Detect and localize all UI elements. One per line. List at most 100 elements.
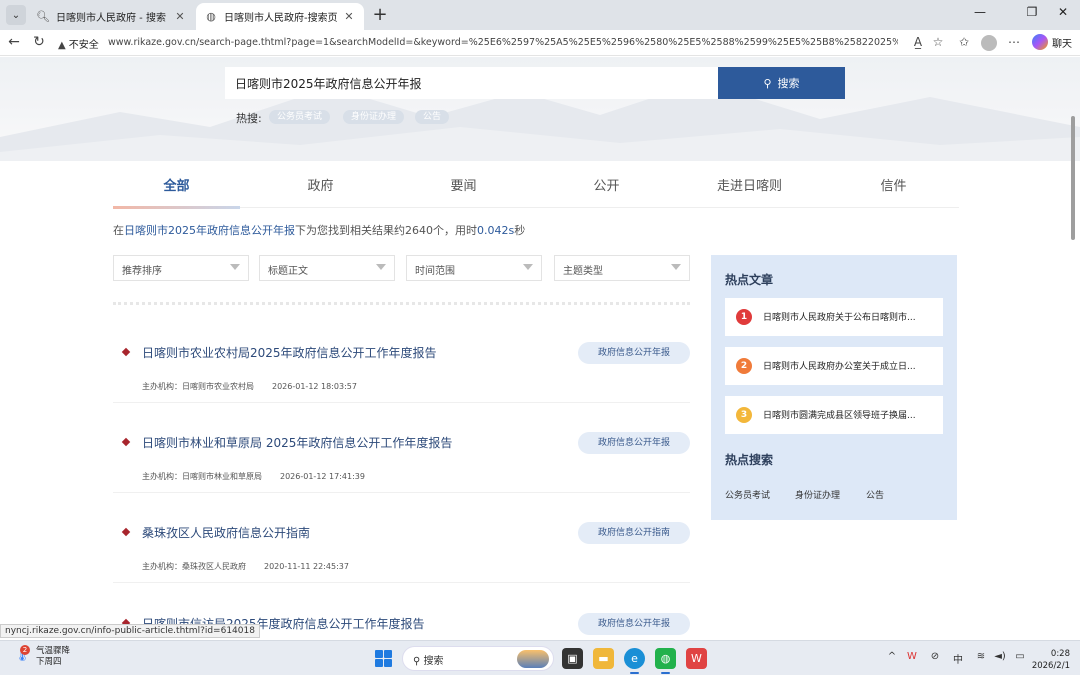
wifi-icon[interactable]: ≋ (973, 651, 989, 662)
start-windows-icon[interactable] (375, 650, 392, 667)
tab-list-chevron-icon[interactable]: ⌄ (6, 5, 26, 25)
summary-middle: 下为您找到相关结果约2640个，用时 (295, 224, 477, 237)
result-category-tag[interactable]: 政府信息公开年报 (578, 613, 690, 635)
clock-date: 2026/2/1 (1031, 661, 1070, 671)
result-date: 2020-11-11 22:45:37 (264, 562, 349, 571)
tab-news[interactable]: 要闻 (400, 172, 527, 208)
search-hero: 日喀则市2025年政府信息公开年报 ⚲ 搜索 热搜: 公务员考试 身份证办理 公… (0, 57, 1080, 161)
speaker-icon[interactable]: ◄) (992, 651, 1008, 662)
clock-time: 0:28 (1050, 649, 1070, 659)
restore-icon[interactable]: ❐ (1017, 5, 1047, 19)
filter-label: 主题类型 (563, 266, 603, 277)
summary-time: 0.042s (477, 224, 515, 237)
security-indicator[interactable]: ▲ 不安全 (58, 36, 99, 51)
network-off-icon[interactable]: ⊘ (927, 651, 943, 662)
taskbar: 🌡︎ 2 气温骤降 下周四 ⚲ 搜索 ▣ ▬ e ◍ W ^ W ⊘ 中 ≋ ◄)… (0, 640, 1080, 675)
hot-article-item[interactable]: 2 日喀则市人民政府办公室关于成立日... (725, 347, 943, 385)
refresh-icon[interactable]: ↻ (30, 34, 48, 50)
hot-tag[interactable]: 公务员考试 (269, 110, 331, 124)
hot-article-title: 日喀则市人民政府关于公布日喀则市... (763, 313, 916, 323)
tab-public[interactable]: 公开 (543, 172, 670, 208)
sort-dropdown[interactable]: 推荐排序 (113, 255, 249, 281)
hot-search-link[interactable]: 身份证办理 (795, 488, 840, 501)
tab-letters[interactable]: 信件 (830, 172, 957, 208)
hot-search-title: 热点搜索 (725, 453, 774, 467)
rank-badge: 2 (736, 358, 752, 374)
system-clock[interactable]: 0:28 2026/2/1 (1032, 648, 1070, 672)
hot-article-item[interactable]: 3 日喀则市圆满完成县区领导班子换届... (725, 396, 943, 434)
minimize-icon[interactable]: — (965, 5, 995, 19)
result-title-link[interactable]: 日喀则市林业和草原局 2025年政府信息公开工作年度报告 (142, 434, 452, 451)
close-window-icon[interactable]: ✕ (1048, 5, 1078, 19)
warning-icon: ▲ (58, 40, 66, 51)
tab-all[interactable]: 全部 (113, 172, 240, 209)
file-explorer-icon[interactable]: ▬ (593, 648, 614, 669)
filter-label: 标题正文 (268, 266, 308, 277)
divider (113, 302, 690, 306)
search-button-label: 搜索 (777, 77, 800, 90)
read-aloud-icon[interactable]: A̲ (910, 35, 926, 49)
weather-widget[interactable]: 🌡︎ 2 气温骤降 下周四 (14, 645, 70, 668)
result-title-link[interactable]: 桑珠孜区人民政府信息公开指南 (142, 524, 310, 541)
result-org: 主办机构：日喀则市农业农村局 (142, 382, 254, 391)
result-category-tag[interactable]: 政府信息公开指南 (578, 522, 690, 544)
edge-browser-icon[interactable]: e (624, 648, 645, 674)
summary-prefix: 在 (113, 224, 124, 237)
hot-tag[interactable]: 身份证办理 (343, 110, 405, 124)
result-summary: 在日喀则市2025年政府信息公开年报下为您找到相关结果约2640个，用时0.04… (113, 222, 525, 238)
scope-dropdown[interactable]: 标题正文 (259, 255, 395, 281)
notification-badge: 2 (20, 645, 30, 655)
copilot-chat-button[interactable]: 聊天 (1032, 34, 1072, 50)
url-field[interactable]: www.rikaze.gov.cn/search-page.thtml?page… (108, 37, 898, 48)
weather-icon: 🌡︎ 2 (14, 645, 31, 663)
profile-avatar[interactable] (981, 35, 997, 51)
battery-icon[interactable]: ▭ (1012, 651, 1028, 662)
close-icon[interactable]: ✕ (173, 10, 187, 23)
bullet-diamond-icon (121, 437, 131, 447)
search-input[interactable]: 日喀则市2025年政府信息公开年报 (225, 67, 718, 99)
search-button[interactable]: ⚲ 搜索 (718, 67, 845, 99)
wps-tray-icon[interactable]: W (904, 651, 920, 662)
more-menu-icon[interactable]: ⋯ (1006, 35, 1022, 49)
hot-search-link[interactable]: 公告 (866, 488, 884, 501)
chevron-down-icon (230, 264, 240, 270)
tab-about-rikaze[interactable]: 走进日喀则 (686, 172, 813, 208)
favorite-star-icon[interactable]: ☆ (930, 35, 946, 49)
result-date: 2026-01-12 17:41:39 (280, 472, 365, 481)
close-icon[interactable]: ✕ (342, 10, 356, 23)
time-range-dropdown[interactable]: 时间范围 (406, 255, 542, 281)
tab-search-results[interactable]: 🔍︎ 日喀则市人民政府 - 搜索 ✕ (28, 3, 195, 30)
chevron-down-icon (376, 264, 386, 270)
back-arrow-icon[interactable]: ← (5, 34, 23, 50)
result-date: 2026-01-12 18:03:57 (272, 382, 357, 391)
tray-chevron-up-icon[interactable]: ^ (884, 651, 900, 662)
rank-badge: 1 (736, 309, 752, 325)
result-category-tag[interactable]: 政府信息公开年报 (578, 342, 690, 364)
new-tab-plus-icon[interactable]: + (370, 4, 390, 25)
search-icon: 🔍︎ (36, 10, 50, 23)
hot-articles-title: 热点文章 (725, 273, 774, 287)
wps-office-icon[interactable]: W (686, 648, 707, 669)
hot-tag[interactable]: 公告 (415, 110, 450, 124)
result-title-link[interactable]: 日喀则市农业农村局2025年政府信息公开工作年度报告 (142, 344, 437, 361)
result-meta: 主办机构：桑珠孜区人民政府 2020-11-11 22:45:37 (142, 561, 349, 572)
collections-icon[interactable]: ✩ (956, 35, 972, 49)
result-org: 主办机构：桑珠孜区人民政府 (142, 562, 246, 571)
task-view-icon[interactable]: ▣ (562, 648, 583, 669)
ime-indicator[interactable]: 中 (950, 651, 966, 666)
hot-article-item[interactable]: 1 日喀则市人民政府关于公布日喀则市... (725, 298, 943, 336)
tab-government[interactable]: 政府 (257, 172, 384, 208)
page-scrollbar[interactable] (1071, 116, 1075, 240)
copilot-label: 聊天 (1052, 38, 1072, 50)
topic-type-dropdown[interactable]: 主题类型 (554, 255, 690, 281)
summary-suffix: 秒 (514, 224, 526, 237)
category-tabs: 全部 政府 要闻 公开 走进日喀则 信件 (113, 172, 959, 209)
taskbar-search-box[interactable]: ⚲ 搜索 (402, 646, 554, 671)
wechat-icon[interactable]: ◍ (655, 648, 676, 674)
weather-subtitle: 下周四 (36, 657, 62, 667)
hot-search-link[interactable]: 公务员考试 (725, 488, 770, 501)
result-meta: 主办机构：日喀则市农业农村局 2026-01-12 18:03:57 (142, 381, 357, 392)
result-category-tag[interactable]: 政府信息公开年报 (578, 432, 690, 454)
tab-search-page[interactable]: ◍ 日喀则市人民政府-搜索页 ✕ (196, 3, 364, 30)
security-label: 不安全 (68, 40, 99, 51)
